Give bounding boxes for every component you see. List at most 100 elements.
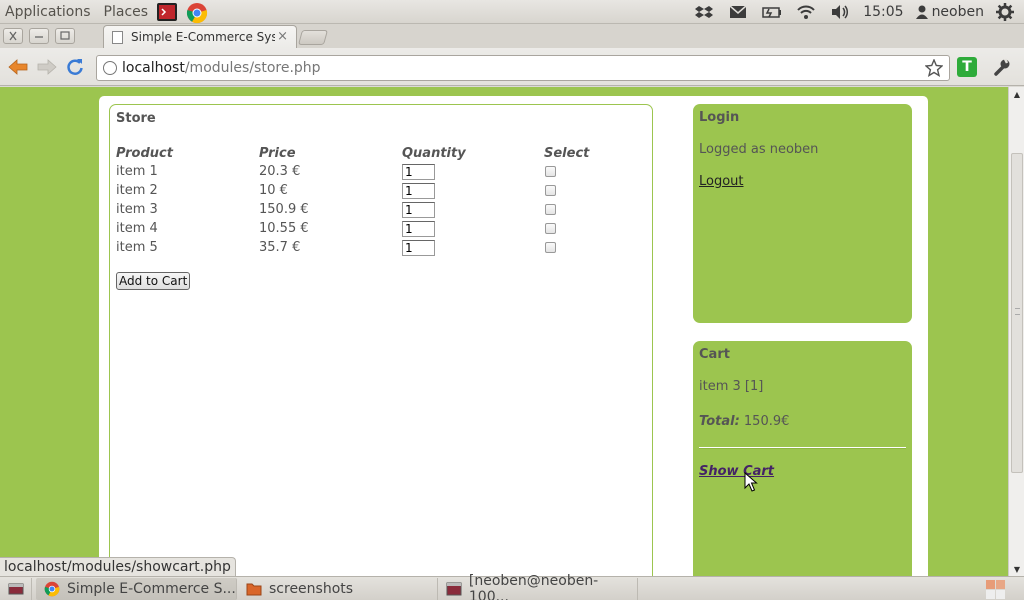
product-price: 150.9 € — [259, 202, 309, 217]
header-quantity: Quantity — [402, 145, 466, 161]
terminal-icon — [446, 582, 462, 596]
select-checkbox[interactable] — [545, 204, 556, 215]
table-row: item 1 20.3 € — [116, 162, 634, 181]
globe-icon — [103, 61, 117, 75]
workspace-switcher[interactable] — [986, 578, 1022, 600]
product-name: item 3 — [116, 202, 158, 217]
products-table: Product Price Quantity Select item 1 20.… — [116, 144, 634, 257]
login-title: Login — [699, 110, 740, 125]
add-to-cart-button[interactable]: Add to Cart — [116, 272, 191, 290]
product-name: item 5 — [116, 240, 158, 255]
folder-icon — [246, 583, 262, 596]
volume-icon[interactable] — [827, 1, 853, 23]
product-price: 35.7 € — [259, 240, 301, 255]
show-desktop-icon — [8, 583, 23, 595]
scrollbar-thumb[interactable] — [1011, 153, 1023, 473]
product-price: 10 € — [259, 183, 288, 198]
quantity-input[interactable] — [402, 182, 435, 199]
total-value: 150.9€ — [743, 414, 790, 429]
terminal-launcher-icon[interactable] — [156, 2, 178, 22]
wifi-icon[interactable] — [793, 1, 819, 23]
workspace-2[interactable] — [996, 580, 1005, 589]
show-desktop-button[interactable] — [0, 578, 32, 600]
places-menu[interactable]: Places — [104, 4, 149, 20]
user-icon — [915, 5, 928, 19]
applications-menu[interactable]: Applications — [5, 4, 91, 20]
mail-icon[interactable] — [725, 1, 751, 23]
table-row: item 4 10.55 € — [116, 219, 634, 238]
extension-t-button[interactable]: T — [957, 57, 977, 77]
store-panel: Store Product Price Quantity Select item… — [109, 104, 653, 576]
workspace-4[interactable] — [996, 590, 1005, 599]
logout-link[interactable]: Logout — [699, 174, 744, 189]
table-row: item 3 150.9 € — [116, 200, 634, 219]
table-row: item 5 35.7 € — [116, 238, 634, 257]
vertical-scrollbar[interactable]: ▲ ▼ — [1008, 87, 1024, 576]
window-close-button[interactable] — [3, 28, 23, 44]
chrome-icon — [44, 581, 60, 597]
task-screenshots[interactable]: screenshots — [238, 578, 438, 600]
minimize-icon — [35, 36, 43, 38]
user-menu[interactable]: neoben — [915, 4, 984, 20]
select-checkbox[interactable] — [545, 223, 556, 234]
dropbox-icon[interactable] — [691, 1, 717, 23]
tab-simple-ecommerce[interactable]: Simple E-Commerce System × — [103, 25, 297, 48]
login-panel: Login Logged as neoben Logout — [693, 104, 912, 323]
task-chrome[interactable]: Simple E-Commerce S... — [36, 578, 237, 600]
table-header-row: Product Price Quantity Select — [116, 144, 634, 162]
url-host: localhost — [122, 60, 185, 76]
system-tray: 15:05 neoben — [683, 0, 1018, 24]
battery-icon[interactable] — [759, 1, 785, 23]
cart-panel: Cart item 3 [1] Total: 150.9€ Show Cart — [693, 341, 912, 576]
task-terminal[interactable]: [neoben@neoben-100... — [438, 573, 638, 600]
settings-wrench-button[interactable] — [992, 57, 1012, 77]
mouse-cursor-icon — [744, 472, 758, 492]
browser-toolbar: localhost/modules/store.php T — [0, 48, 1024, 86]
reload-button[interactable] — [65, 57, 85, 77]
cart-items: item 3 [1] — [699, 379, 764, 394]
workspace-3[interactable] — [986, 590, 995, 599]
header-price: Price — [259, 145, 296, 161]
login-status: Logged as neoben — [699, 142, 819, 157]
page-favicon-icon — [112, 31, 123, 44]
cart-total: Total: 150.9€ — [699, 414, 789, 429]
product-name: item 4 — [116, 221, 158, 236]
window-minimize-button[interactable] — [29, 28, 49, 44]
cart-title: Cart — [699, 347, 730, 362]
window-maximize-button[interactable] — [55, 28, 75, 44]
show-cart-link[interactable]: Show Cart — [699, 464, 774, 479]
reload-icon — [67, 59, 83, 75]
session-gear-icon[interactable] — [992, 1, 1018, 23]
header-select: Select — [544, 145, 590, 161]
select-checkbox[interactable] — [545, 166, 556, 177]
star-icon — [925, 59, 943, 77]
quantity-input[interactable] — [402, 201, 435, 218]
chrome-launcher-icon[interactable] — [186, 2, 208, 23]
back-button[interactable] — [8, 57, 28, 77]
url-path: /modules/store.php — [184, 60, 321, 76]
quantity-input[interactable] — [402, 163, 435, 180]
url-text: localhost/modules/store.php — [122, 60, 321, 76]
address-bar[interactable]: localhost/modules/store.php — [96, 55, 950, 81]
scroll-down-arrow-icon[interactable]: ▼ — [1009, 562, 1024, 576]
clock[interactable]: 15:05 — [863, 4, 903, 20]
tab-close-icon[interactable]: × — [277, 29, 288, 44]
forward-button[interactable] — [37, 57, 57, 77]
select-checkbox[interactable] — [545, 185, 556, 196]
select-checkbox[interactable] — [545, 242, 556, 253]
bookmark-star-button[interactable] — [923, 57, 945, 79]
header-product: Product — [116, 145, 173, 161]
scroll-up-arrow-icon[interactable]: ▲ — [1009, 87, 1024, 101]
username-label: neoben — [931, 4, 984, 20]
back-arrow-icon — [8, 59, 28, 75]
task-label: screenshots — [269, 581, 354, 597]
quantity-input[interactable] — [402, 220, 435, 237]
new-tab-button[interactable] — [297, 30, 329, 45]
top-panel: Applications Places 15:05 neoben — [0, 0, 1024, 24]
close-icon — [9, 31, 17, 41]
page-viewport: Store Product Price Quantity Select item… — [0, 87, 1008, 576]
workspace-1[interactable] — [986, 580, 995, 589]
quantity-input[interactable] — [402, 239, 435, 256]
bottom-taskbar: Simple E-Commerce S... screenshots [neob… — [0, 573, 1024, 600]
total-label: Total: — [699, 414, 740, 429]
